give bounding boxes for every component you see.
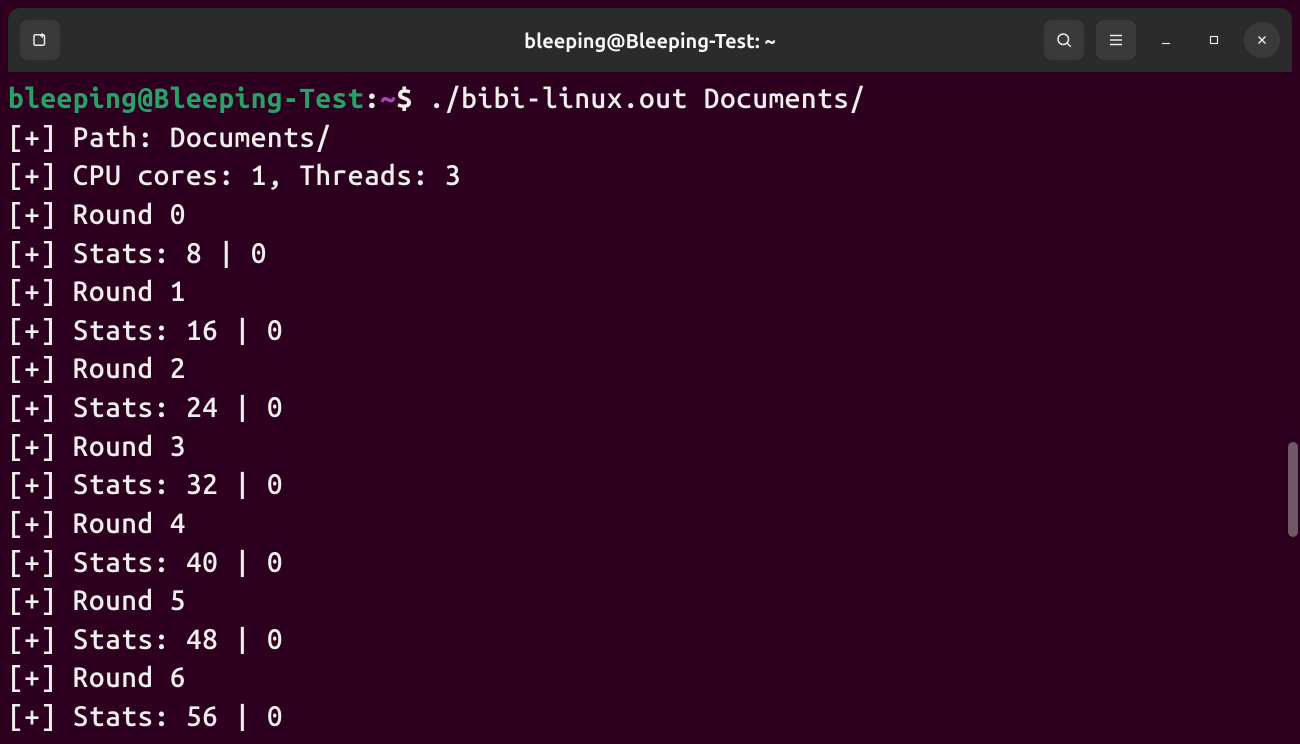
output-line: [+] Round 3 — [8, 428, 1292, 467]
terminal-body[interactable]: bleeping@Bleeping-Test:~$ ./bibi-linux.o… — [0, 72, 1300, 744]
output-line: [+] Stats: 8 | 0 — [8, 235, 1292, 274]
output-line: [+] Stats: 40 | 0 — [8, 544, 1292, 583]
output-line: [+] Round 5 — [8, 582, 1292, 621]
output-line: [+] Round 1 — [8, 273, 1292, 312]
prompt-user: bleeping@Bleeping-Test — [8, 83, 364, 114]
maximize-button[interactable] — [1196, 22, 1232, 58]
output-line: [+] Stats: 16 | 0 — [8, 312, 1292, 351]
prompt-path: ~ — [380, 83, 396, 114]
prompt-sep2: $ — [396, 83, 412, 114]
output-line: [+] Round 6 — [8, 659, 1292, 698]
output-line: [+] Stats: 56 | 0 — [8, 698, 1292, 737]
terminal-window: bleeping@Bleeping-Test: ~ — [0, 0, 1300, 744]
menu-button[interactable] — [1096, 20, 1136, 60]
output-line: [+] Path: Documents/ — [8, 119, 1292, 158]
command-text — [413, 83, 429, 114]
output-line: [+] Round 2 — [8, 350, 1292, 389]
titlebar: bleeping@Bleeping-Test: ~ — [8, 8, 1292, 72]
output-line: [+] Stats: 48 | 0 — [8, 621, 1292, 660]
titlebar-left — [20, 20, 60, 60]
new-tab-button[interactable] — [20, 20, 60, 60]
output-line: [+] CPU cores: 1, Threads: 3 — [8, 157, 1292, 196]
minimize-button[interactable] — [1148, 22, 1184, 58]
output-line: [+] Stats: 32 | 0 — [8, 466, 1292, 505]
titlebar-right — [1044, 20, 1280, 60]
command-text: ./bibi-linux.out Documents/ — [429, 83, 866, 114]
search-button[interactable] — [1044, 20, 1084, 60]
window-title: bleeping@Bleeping-Test: ~ — [524, 29, 776, 52]
output-line: [+] Round 0 — [8, 196, 1292, 235]
scrollbar-thumb[interactable] — [1288, 442, 1298, 537]
close-button[interactable] — [1244, 22, 1280, 58]
prompt-sep1: : — [364, 83, 380, 114]
output-line: [+] Stats: 24 | 0 — [8, 389, 1292, 428]
output-line: [+] Round 4 — [8, 505, 1292, 544]
prompt-line: bleeping@Bleeping-Test:~$ ./bibi-linux.o… — [8, 80, 1292, 119]
